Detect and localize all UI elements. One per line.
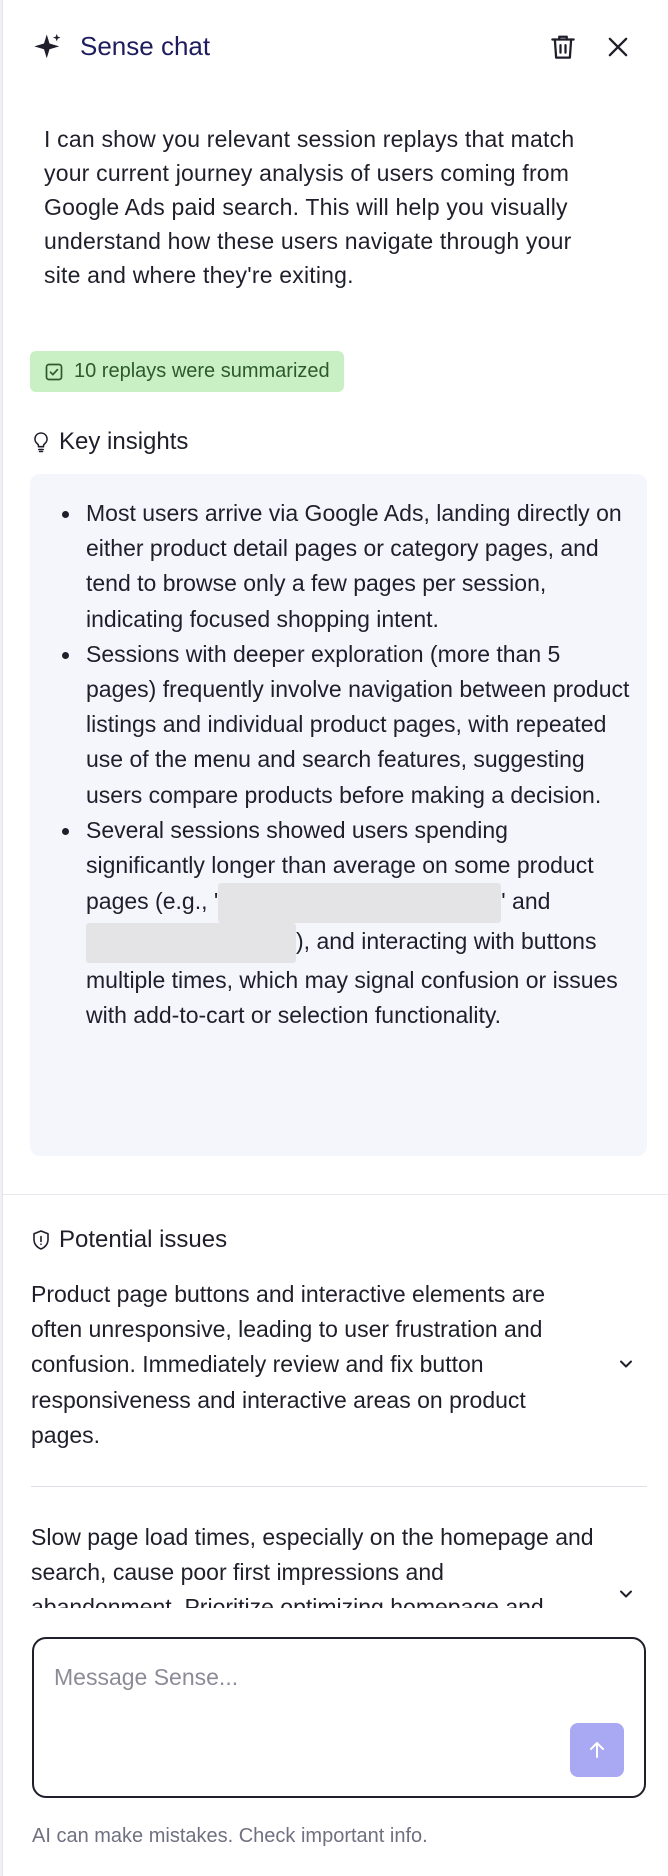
checkbox-icon: [45, 363, 63, 380]
trash-icon[interactable]: [548, 32, 578, 62]
chevron-down-icon[interactable]: [616, 1584, 636, 1604]
redacted-text: [86, 923, 296, 964]
sparkle-icon: [34, 33, 61, 59]
issue-item: Product page buttons and interactive ele…: [31, 1281, 545, 1448]
potential-issues-heading: Potential issues: [31, 1226, 227, 1254]
redacted-text: [218, 883, 502, 924]
key-insights-title: Key insights: [59, 428, 189, 455]
potential-issues-title: Potential issues: [59, 1226, 228, 1253]
key-insights-heading: Key insights: [31, 428, 188, 456]
send-button[interactable]: [570, 1723, 624, 1777]
insights-list: Most users arrive via Google Ads, landin…: [62, 496, 631, 1034]
arrow-up-icon: [590, 1742, 604, 1758]
key-insights-box: Most users arrive via Google Ads, landin…: [30, 474, 647, 1156]
chat-title: Sense chat: [80, 31, 211, 61]
list-item: Sessions with deeper exploration (more t…: [62, 637, 631, 813]
lightbulb-icon: [34, 432, 48, 453]
message-composer[interactable]: [32, 1637, 646, 1798]
shield-alert-icon: [33, 1230, 49, 1250]
message-input[interactable]: [54, 1657, 614, 1697]
issue-item: Slow page load times, especially on the …: [31, 1524, 594, 1608]
badge-label: 10 replays were summarized: [74, 360, 330, 382]
replays-summarized-badge: 10 replays were summarized: [30, 351, 344, 392]
assistant-message: I can show you relevant session replays …: [44, 126, 575, 288]
section-divider: [3, 1194, 668, 1195]
list-item: Several sessions showed users spending s…: [62, 813, 631, 1034]
ai-disclaimer: AI can make mistakes. Check important in…: [32, 1825, 428, 1847]
chat-messages[interactable]: I can show you relevant session replays …: [3, 96, 668, 1608]
chevron-down-icon[interactable]: [616, 1354, 636, 1374]
list-item: Most users arrive via Google Ads, landin…: [62, 496, 631, 637]
insight-text: ' and: [501, 888, 551, 915]
sense-chat-panel: Sense chat I can show you relevant sessi…: [2, 0, 668, 1876]
issue-divider: [31, 1486, 647, 1487]
chat-header: Sense chat: [3, 0, 668, 96]
close-icon[interactable]: [604, 33, 632, 61]
issue-item-clipped: Slow page load times, especially on the …: [3, 1490, 668, 1608]
